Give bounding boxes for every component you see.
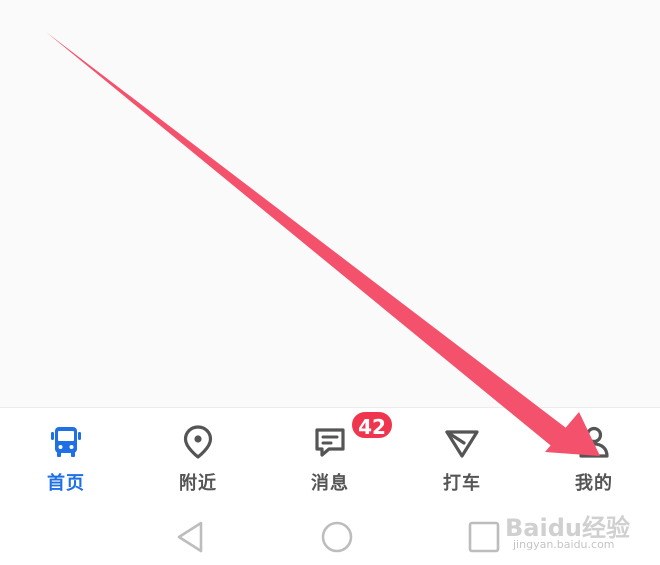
system-navigation-bar bbox=[0, 503, 660, 565]
location-pin-icon bbox=[183, 425, 213, 459]
back-triangle-icon[interactable] bbox=[172, 519, 208, 555]
tab-messages-label: 消息 bbox=[311, 473, 349, 494]
message-icon bbox=[315, 428, 345, 457]
recents-square-icon[interactable] bbox=[466, 519, 502, 555]
tab-profile[interactable]: 我的 bbox=[528, 408, 660, 504]
bottom-tab-bar: 首页 附近 42 消息 打车 我的 bbox=[0, 407, 660, 504]
tab-home[interactable]: 首页 bbox=[0, 408, 132, 504]
tab-taxi-label: 打车 bbox=[443, 473, 481, 494]
tab-messages[interactable]: 42 消息 bbox=[264, 408, 396, 504]
tab-taxi[interactable]: 打车 bbox=[396, 408, 528, 504]
app-screen: 首页 附近 42 消息 打车 我的 Baidu经验 jingyan.baidu.… bbox=[0, 0, 660, 565]
taxi-paper-plane-icon bbox=[445, 430, 479, 458]
tab-home-label: 首页 bbox=[47, 473, 85, 494]
user-icon bbox=[579, 426, 609, 458]
home-circle-icon[interactable] bbox=[319, 519, 355, 555]
unread-count-badge: 42 bbox=[350, 410, 394, 440]
tab-nearby-label: 附近 bbox=[179, 473, 217, 494]
bus-icon bbox=[51, 427, 81, 457]
content-area bbox=[0, 0, 660, 407]
tab-profile-label: 我的 bbox=[575, 473, 613, 494]
tab-nearby[interactable]: 附近 bbox=[132, 408, 264, 504]
